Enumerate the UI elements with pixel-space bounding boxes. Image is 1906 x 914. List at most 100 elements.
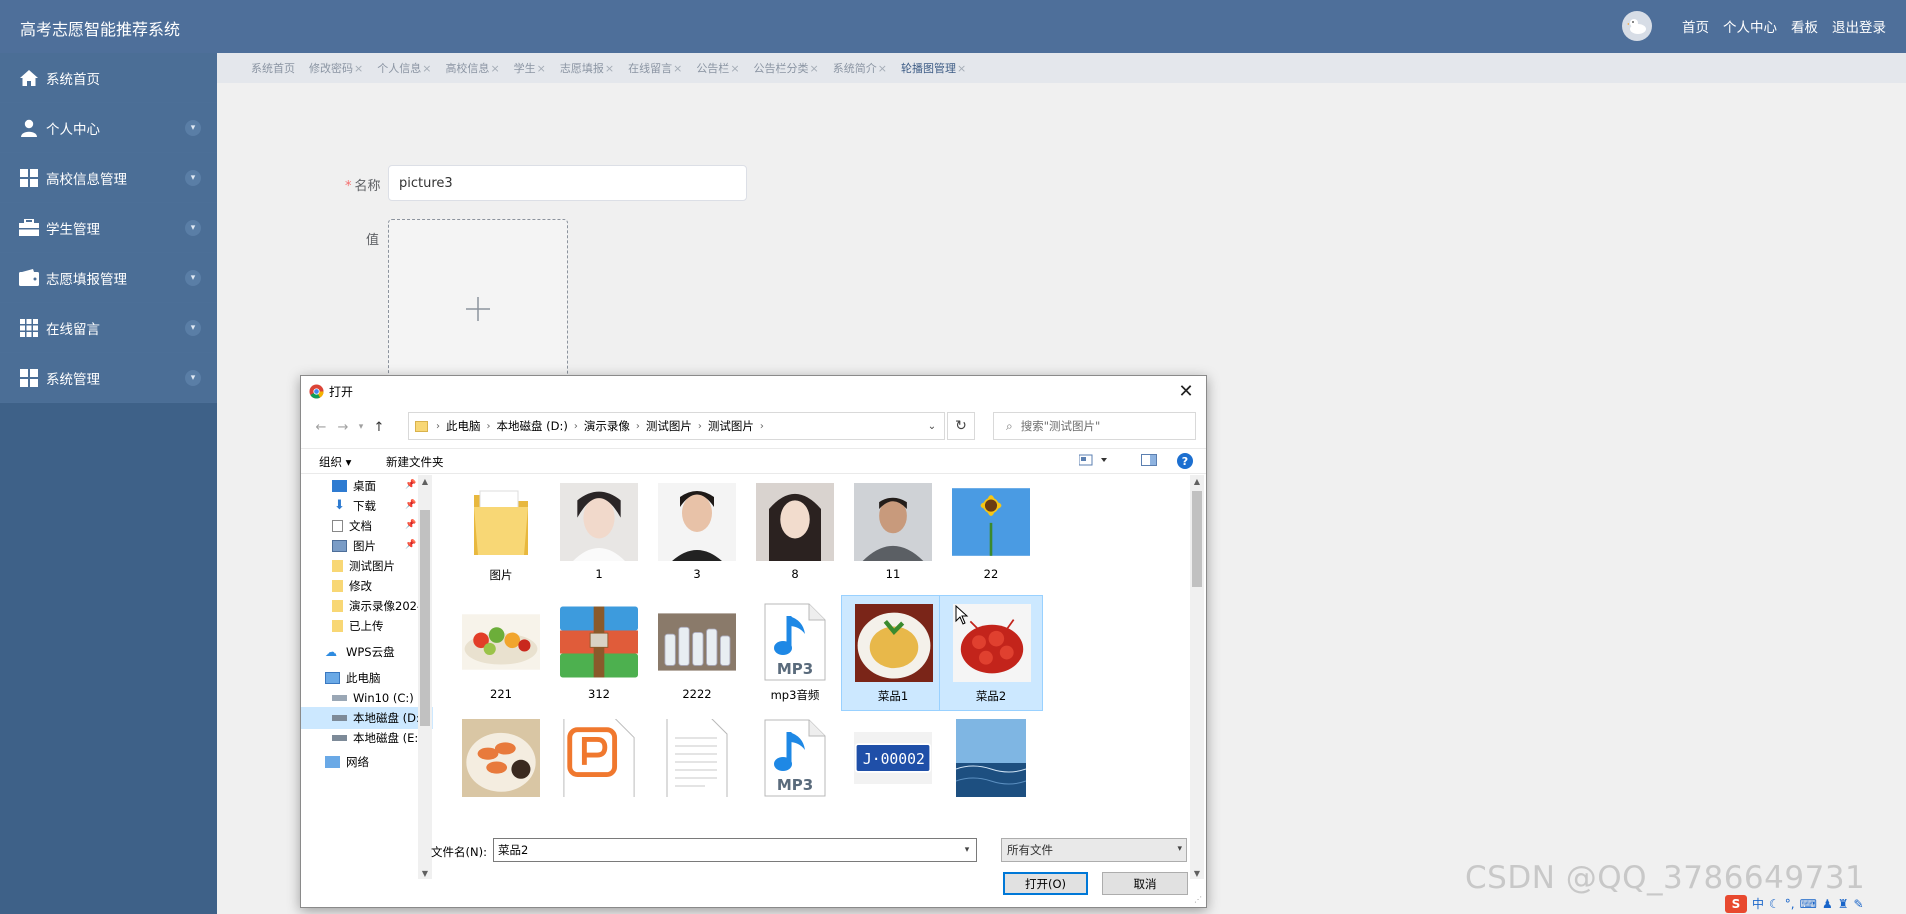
tree-item-documents[interactable]: 文档 — [332, 515, 372, 537]
close-icon[interactable]: × — [537, 62, 546, 75]
help-icon[interactable]: ? — [1177, 453, 1193, 469]
breadcrumb-item[interactable]: 测试图片 — [708, 418, 754, 434]
moon-icon[interactable]: ☾ — [1769, 897, 1780, 911]
up-arrow-icon[interactable]: ↑ — [369, 416, 389, 438]
file-item[interactable]: 3 — [645, 475, 749, 591]
person-icon[interactable]: ♟ — [1822, 897, 1833, 911]
tab-notice-category[interactable]: 公告栏分类× — [754, 60, 819, 76]
breadcrumb-item[interactable]: 此电脑 — [446, 418, 481, 434]
preview-pane-icon[interactable] — [1141, 454, 1157, 469]
tab-students[interactable]: 学生× — [514, 60, 546, 76]
tab-personal-info[interactable]: 个人信息× — [377, 60, 431, 76]
file-type-select[interactable]: 所有文件 ▾ — [1001, 838, 1187, 862]
scroll-down-icon[interactable]: ▼ — [1192, 867, 1202, 879]
sidebar-item-application[interactable]: 志愿填报管理 ▾ — [0, 253, 217, 303]
tab-change-password[interactable]: 修改密码× — [309, 60, 363, 76]
tree-item-modify[interactable]: 修改 — [332, 575, 372, 597]
sidebar-item-university[interactable]: 高校信息管理 ▾ — [0, 153, 217, 203]
tab-messages[interactable]: 在线留言× — [628, 60, 682, 76]
search-input[interactable]: ⌕ 搜索"测试图片" — [993, 412, 1196, 440]
close-icon[interactable]: × — [878, 62, 887, 75]
nav-home-link[interactable]: 首页 — [1682, 16, 1709, 36]
breadcrumb-item[interactable]: 本地磁盘 (D:) — [497, 418, 568, 434]
close-icon[interactable]: × — [605, 62, 614, 75]
tree-item-drive-c[interactable]: Win10 (C:) — [332, 687, 414, 709]
nav-dashboard-link[interactable]: 看板 — [1791, 16, 1818, 36]
tree-item-recordings[interactable]: 演示录像2024 — [332, 595, 424, 617]
tree-scrollbar[interactable]: ▲ ▼ — [418, 475, 432, 879]
tree-item-drive-e[interactable]: 本地磁盘 (E:) — [332, 727, 423, 749]
breadcrumb-item[interactable]: 测试图片 — [646, 418, 692, 434]
punctuation-icon[interactable]: °, — [1785, 897, 1795, 911]
tree-item-test-pictures[interactable]: 测试图片 — [332, 555, 395, 577]
recent-chevron-icon[interactable]: ▾ — [351, 416, 371, 438]
file-item[interactable] — [939, 711, 1043, 827]
view-options-icon[interactable] — [1078, 454, 1109, 469]
tree-item-drive-d[interactable]: 本地磁盘 (D:) — [301, 707, 433, 729]
name-input[interactable] — [388, 165, 747, 201]
ime-mode-label[interactable]: 中 — [1752, 895, 1764, 912]
chevron-down-icon[interactable]: ▾ — [185, 270, 201, 286]
tab-university-info[interactable]: 高校信息× — [445, 60, 499, 76]
file-item[interactable]: J·00002 — [841, 711, 945, 827]
scrollbar-thumb[interactable] — [1192, 491, 1202, 587]
close-icon[interactable]: × — [957, 62, 966, 75]
file-item[interactable]: 11 — [841, 475, 945, 591]
file-item[interactable]: 菜品1 — [841, 595, 945, 711]
shirt-icon[interactable]: ♜ — [1838, 897, 1849, 911]
tree-item-uploaded[interactable]: 已上传 — [332, 615, 384, 637]
tree-item-network[interactable]: 网络 — [325, 751, 369, 773]
tree-item-desktop[interactable]: 桌面 — [332, 475, 376, 497]
tab-system-intro[interactable]: 系统简介× — [833, 60, 887, 76]
file-item[interactable]: 8 — [743, 475, 847, 591]
scroll-down-icon[interactable]: ▼ — [420, 867, 430, 879]
chevron-down-icon[interactable]: ▾ — [185, 320, 201, 336]
chevron-down-icon[interactable]: ▾ — [959, 839, 975, 861]
forward-arrow-icon[interactable]: → — [333, 416, 353, 438]
sidebar-item-home[interactable]: 系统首页 — [0, 53, 217, 103]
sidebar-item-system[interactable]: 系统管理 ▾ — [0, 353, 217, 403]
close-icon[interactable]: × — [730, 62, 739, 75]
file-item[interactable]: 22 — [939, 475, 1043, 591]
file-item[interactable]: 221 — [449, 595, 553, 711]
chevron-down-icon[interactable]: ▾ — [185, 370, 201, 386]
file-item[interactable] — [449, 711, 553, 827]
file-item[interactable] — [645, 711, 749, 827]
close-icon[interactable]: × — [490, 62, 499, 75]
close-icon[interactable]: × — [354, 62, 363, 75]
sidebar-item-messages[interactable]: 在线留言 ▾ — [0, 303, 217, 353]
cancel-button[interactable]: 取消 — [1102, 872, 1188, 895]
sidebar-item-personal[interactable]: 个人中心 ▾ — [0, 103, 217, 153]
files-scrollbar[interactable]: ▲ ▼ — [1190, 475, 1204, 879]
scrollbar-thumb[interactable] — [420, 510, 430, 726]
close-icon[interactable]: ✕ — [1174, 379, 1198, 403]
tab-application[interactable]: 志愿填报× — [560, 60, 614, 76]
tree-item-downloads[interactable]: ⬇ 下载 — [332, 495, 376, 517]
tab-home[interactable]: 系统首页 — [251, 60, 295, 76]
refresh-icon[interactable]: ↻ — [947, 412, 975, 440]
file-item[interactable] — [547, 711, 651, 827]
tree-item-this-pc[interactable]: 此电脑 — [325, 667, 381, 689]
chevron-down-icon[interactable]: ▾ — [185, 120, 201, 136]
close-icon[interactable]: × — [810, 62, 819, 75]
avatar[interactable] — [1622, 11, 1652, 41]
close-icon[interactable]: × — [422, 62, 431, 75]
filename-input[interactable] — [493, 838, 977, 862]
file-item[interactable]: 1 — [547, 475, 651, 591]
file-item[interactable]: MP3 mp3音频 — [743, 595, 847, 711]
close-icon[interactable]: × — [673, 62, 682, 75]
chevron-down-icon[interactable]: ⌄ — [920, 413, 944, 439]
chevron-down-icon[interactable]: ▾ — [185, 220, 201, 236]
scroll-up-icon[interactable]: ▲ — [420, 475, 430, 487]
open-button[interactable]: 打开(O) — [1003, 872, 1088, 895]
back-arrow-icon[interactable]: ← — [311, 416, 331, 438]
file-item[interactable]: 图片 — [449, 475, 553, 591]
tab-carousel-management[interactable]: 轮播图管理× — [901, 60, 966, 76]
sidebar-item-students[interactable]: 学生管理 ▾ — [0, 203, 217, 253]
sogou-ime-icon[interactable]: S — [1725, 894, 1747, 913]
tool-icon[interactable]: ✎ — [1853, 897, 1863, 911]
file-item[interactable]: 312 — [547, 595, 651, 711]
nav-profile-link[interactable]: 个人中心 — [1723, 16, 1777, 36]
scroll-up-icon[interactable]: ▲ — [1192, 475, 1202, 487]
file-item[interactable]: MP3 — [743, 711, 847, 827]
